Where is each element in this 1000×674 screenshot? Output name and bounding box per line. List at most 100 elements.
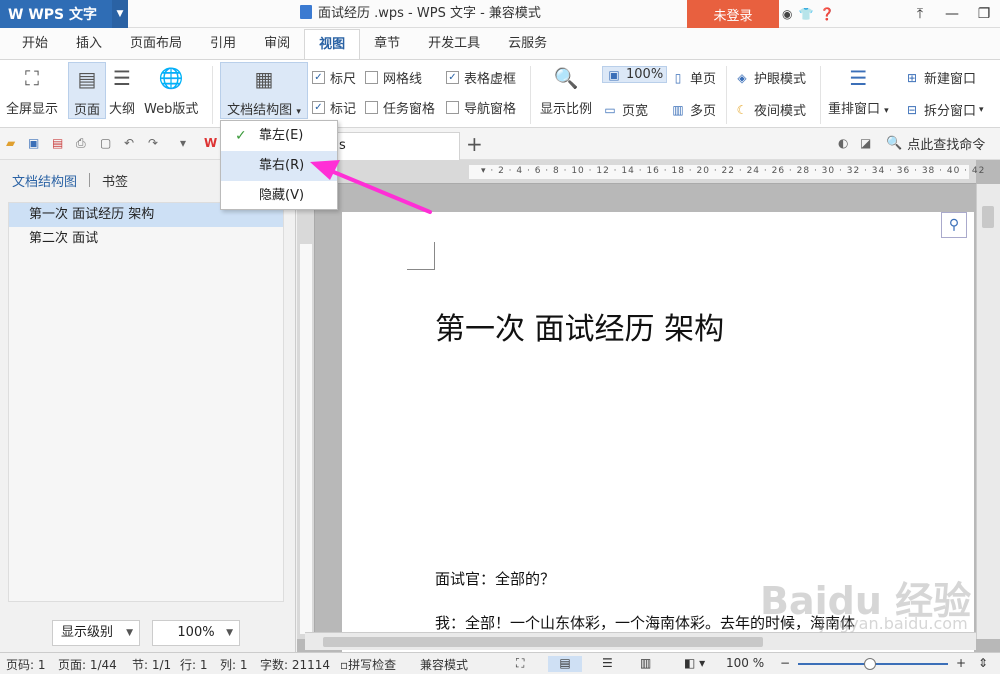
eye-mode-button[interactable]: ◈ 护眼模式 [734,68,806,88]
checkmark-icon: ✓ [235,128,247,144]
scroll-thumb[interactable] [323,637,763,647]
browser-icon[interactable]: ◉ [782,7,792,21]
export-pdf-icon[interactable]: ▤ [52,136,63,150]
single-page-button[interactable]: ▯ 单页 [670,68,716,88]
wps-logo-icon: W [204,136,218,150]
tree-item[interactable]: 第二次 面试 [9,227,283,251]
zoom-slider-knob[interactable] [864,658,876,670]
web-layout-button[interactable]: 🌐 Web版式 [144,62,198,117]
page-width-button[interactable]: ▭ 页宽 [602,100,648,120]
tab-chapter[interactable]: 章节 [360,29,414,59]
page-view-button[interactable]: ▤ 页面 [68,62,106,119]
find-command-box[interactable]: 🔍 点此查找命令 [886,134,985,153]
fullscreen-icon: ⛶ [25,66,39,90]
split-window-button[interactable]: ⊟ 拆分窗口 ▾ [904,100,984,120]
skin-icon[interactable]: 👕 [798,7,813,21]
app-menu-button[interactable]: W WPS 文字 ▼ [0,0,128,28]
tab-developer[interactable]: 开发工具 [414,29,494,59]
checkbox-icon [365,101,378,114]
zoom-in-icon[interactable]: + [956,656,966,670]
menu-item-dock-left[interactable]: ✓ 靠左(E) [221,121,337,151]
page-view-icon[interactable]: ▤ [548,656,582,672]
print-preview-icon[interactable]: ▢ [100,136,111,150]
spell-check-toggle[interactable]: ▫拼写检查 [340,656,396,673]
status-column: 列: 1 [220,658,248,672]
status-word-count[interactable]: 字数: 21114 [260,656,330,673]
fullscreen-view-icon[interactable]: ⛶ [516,656,524,671]
tab-start[interactable]: 开始 [8,29,62,59]
zoom-button[interactable]: 🔍 显示比例 [540,62,592,117]
ribbon-view: ⛶ 全屏显示 ▤ 页面 ☰ 大纲 🌐 Web版式 ▦ 文档结构图 ▾ ✓ 标尺 网… [0,60,1000,128]
document-heading[interactable]: 第一次 面试经历 架构 [435,304,724,348]
gridlines-checkbox[interactable]: 网格线 [365,68,422,87]
vertical-scrollbar[interactable]: ⚲ [941,184,1000,639]
display-level-select[interactable]: 显示级别 ▼ [52,620,140,646]
new-window-button[interactable]: ⊞ 新建窗口 [904,68,976,88]
tab-layout[interactable]: 页面布局 [116,29,196,59]
checkbox-checked-icon: ✓ [446,71,459,84]
fullscreen-button[interactable]: ⛶ 全屏显示 [6,62,58,117]
checkbox-icon: ▫ [340,658,349,672]
arrange-window-button[interactable]: ☰ 重排窗口 ▾ [828,62,889,117]
tab-document-structure[interactable]: 文档结构图 [8,171,81,190]
checkbox-checked-icon: ✓ [312,71,325,84]
maximize-button[interactable]: ❐ [968,0,1000,28]
scroll-thumb[interactable] [982,206,994,228]
docmap-button[interactable]: ▦ 文档结构图 ▾ [220,62,308,119]
task-pane-checkbox[interactable]: 任务窗格 [365,98,435,117]
new-tab-icon[interactable]: + [466,132,483,156]
horizontal-scrollbar[interactable] [305,632,976,650]
reading-mode-icon[interactable]: ◧ ▾ [684,656,705,670]
zoom-out-icon[interactable]: − [780,656,790,670]
save-icon[interactable]: ▣ [28,136,39,150]
web-view-icon[interactable]: ▥ [640,656,651,670]
zoom-100-icon: ▣ [608,67,620,82]
search-icon: 🔍 [886,136,903,151]
document-map-pane: 文档结构图 书签 第一次 面试经历 架构 第二次 面试 显示级别 ▼ 100% ▼ [0,160,296,652]
minimize-button[interactable]: — [936,0,968,28]
outline-icon: ☰ [113,66,131,90]
checkbox-checked-icon: ✓ [312,101,325,114]
undo-icon[interactable]: ↶ [124,136,134,150]
upload-icon[interactable]: ⤒ [904,0,936,28]
multi-page-button[interactable]: ▥ 多页 [670,100,716,120]
app-name: W WPS 文字 [8,7,97,23]
ruler-checkbox[interactable]: ✓ 标尺 [312,68,356,87]
document-icon [300,5,312,19]
vertical-ruler[interactable] [297,184,315,639]
tab-view[interactable]: 视图 [304,29,361,59]
print-icon[interactable]: ⎙ [76,136,86,151]
marks-checkbox[interactable]: ✓ 标记 [312,98,356,117]
tab-references[interactable]: 引用 [196,29,250,59]
tab-list-icon[interactable]: ◐ [838,136,848,150]
status-section: 节: 1/1 [132,658,172,672]
tab-review[interactable]: 审阅 [250,29,304,59]
new-window-icon: ⊞ [906,70,918,85]
pane-zoom-select[interactable]: 100% ▼ [152,620,240,646]
title-bar: W WPS 文字 ▼ 面试经历 .wps - WPS 文字 - 兼容模式 未登录… [0,0,1000,28]
outline-button[interactable]: ☰ 大纲 [106,62,138,117]
annotation-arrow-icon [310,160,432,214]
statusbar-menu-icon[interactable]: ⇕ [978,656,988,670]
nav-pane-checkbox[interactable]: 导航窗格 [446,98,516,117]
help-icon[interactable]: ❓ [819,7,834,21]
login-button[interactable]: 未登录 [687,0,779,28]
split-window-icon: ⊟ [906,102,918,117]
redo-icon[interactable]: ↷ [148,136,158,150]
customize-dropdown-icon[interactable]: ▾ [180,136,186,150]
eye-icon: ◈ [737,70,747,85]
zoom-100-button[interactable]: ▣ 100% [602,66,668,83]
tab-bookmark[interactable]: 书签 [98,171,132,190]
tab-cloud[interactable]: 云服务 [494,29,561,59]
app-menu-dropdown-icon[interactable]: ▼ [112,0,128,28]
open-icon[interactable]: ▰ [6,136,15,150]
tab-insert[interactable]: 插入 [62,29,116,59]
document-paragraph[interactable]: 面试官：全部的？ [435,568,555,589]
outline-view-icon[interactable]: ☰ [602,656,613,670]
night-mode-button[interactable]: ☾ 夜间模式 [734,100,806,120]
magnifier-icon: 🔍 [553,66,579,90]
location-pin-icon[interactable]: ⚲ [941,212,967,238]
table-frame-checkbox[interactable]: ✓ 表格虚框 [446,68,516,87]
tab-settings-icon[interactable]: ◪ [860,136,871,150]
zoom-slider[interactable] [798,658,948,670]
